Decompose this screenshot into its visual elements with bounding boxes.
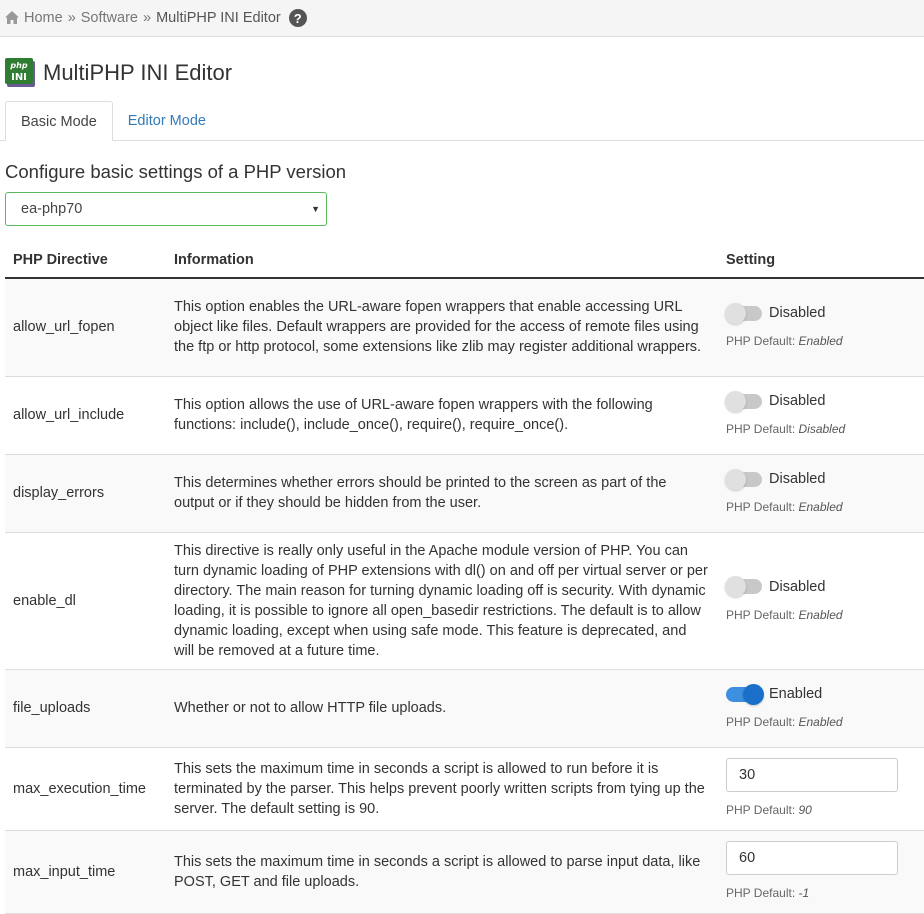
breadcrumb-current: MultiPHP INI Editor	[156, 10, 281, 26]
allow-url-include-toggle[interactable]	[725, 390, 762, 412]
directive-info: This determines whether errors should be…	[166, 454, 718, 533]
help-icon[interactable]: ?	[288, 9, 307, 27]
directive-name: file_uploads	[5, 669, 166, 748]
column-header-directive: PHP Directive	[5, 242, 166, 279]
breadcrumb-separator: »	[143, 10, 152, 26]
php-version-select[interactable]: ea-php70 ▼	[5, 192, 327, 226]
column-header-setting: Setting	[718, 242, 924, 279]
php-default-line: PHP Default: Disabled	[726, 422, 846, 436]
max-input-time-input[interactable]: 60	[726, 840, 898, 875]
max-execution-time-input[interactable]: 30	[726, 757, 898, 792]
directive-info: This option allows the use of URL-aware …	[166, 376, 718, 455]
directive-name: max_execution_time	[5, 747, 166, 831]
page-title: MultiPHP INI Editor	[43, 60, 233, 85]
php-default-line: PHP Default: Enabled	[726, 607, 843, 622]
php-ini-app-icon: php INI	[5, 57, 37, 89]
php-version-selected: ea-php70	[21, 201, 83, 217]
directive-info: This option enables the URL-aware fopen …	[166, 278, 718, 377]
svg-text:INI: INI	[11, 72, 27, 83]
allow-url-fopen-toggle[interactable]	[725, 302, 762, 324]
breadcrumb: Home » Software » MultiPHP INI Editor ?	[0, 0, 924, 37]
directive-setting: Disabled PHP Default: Disabled	[718, 376, 924, 455]
toggle-state-label: Disabled	[769, 471, 826, 487]
section-heading: Configure basic settings of a PHP versio…	[5, 161, 347, 182]
table-header-row: PHP Directive Information Setting	[5, 242, 924, 279]
php-default-line: PHP Default: 90	[726, 802, 812, 817]
table-row: allow_url_include This option allows the…	[5, 376, 924, 455]
directive-name: allow_url_include	[5, 376, 166, 455]
table-row: allow_url_fopen This option enables the …	[5, 278, 924, 377]
directive-setting: Disabled PHP Default: Enabled	[718, 278, 924, 377]
directive-name: allow_url_fopen	[5, 278, 166, 377]
table-row: display_errors This determines whether e…	[5, 454, 924, 533]
directive-setting: 30 PHP Default: 90	[718, 747, 924, 831]
home-icon[interactable]	[4, 10, 20, 26]
breadcrumb-software-link[interactable]: Software	[81, 10, 138, 26]
tab-basic-mode[interactable]: Basic Mode	[5, 101, 113, 141]
table-row: max_input_time This sets the maximum tim…	[5, 830, 924, 914]
directive-setting: Disabled PHP Default: Enabled	[718, 532, 924, 670]
php-default-line: PHP Default: Enabled	[726, 500, 843, 514]
directive-name: max_input_time	[5, 830, 166, 914]
table-row: file_uploads Whether or not to allow HTT…	[5, 669, 924, 748]
mode-tabs: Basic Mode Editor Mode	[0, 101, 924, 141]
toggle-state-label: Enabled	[769, 686, 823, 702]
enable-dl-toggle[interactable]	[725, 576, 762, 597]
toggle-state-label: Disabled	[769, 393, 826, 409]
php-default-line: PHP Default: Enabled	[726, 715, 843, 729]
file-uploads-toggle[interactable]	[726, 683, 764, 705]
directive-info: This directive is really only useful in …	[166, 532, 718, 670]
directive-name: enable_dl	[5, 532, 166, 670]
table-row: enable_dl This directive is really only …	[5, 532, 924, 670]
toggle-state-label: Disabled	[769, 305, 826, 322]
column-header-information: Information	[166, 242, 718, 279]
tab-editor-mode[interactable]: Editor Mode	[113, 101, 221, 141]
display-errors-toggle[interactable]	[725, 468, 762, 490]
directives-table: PHP Directive Information Setting allow_…	[5, 242, 924, 914]
breadcrumb-home-link[interactable]: Home	[24, 10, 63, 26]
table-row: max_execution_time This sets the maximum…	[5, 747, 924, 831]
directive-info: This sets the maximum time in seconds a …	[166, 747, 718, 831]
directive-setting: Enabled PHP Default: Enabled	[718, 669, 924, 748]
php-default-line: PHP Default: Enabled	[726, 334, 843, 349]
directive-name: display_errors	[5, 454, 166, 533]
svg-text:php: php	[9, 61, 27, 70]
directive-setting: Disabled PHP Default: Enabled	[718, 454, 924, 533]
directive-info: This sets the maximum time in seconds a …	[166, 830, 718, 914]
php-default-line: PHP Default: -1	[726, 885, 810, 900]
breadcrumb-separator: »	[67, 10, 76, 26]
directive-setting: 60 PHP Default: -1	[718, 830, 924, 914]
directive-info: Whether or not to allow HTTP file upload…	[166, 669, 718, 748]
page-header: php INI MultiPHP INI Editor	[0, 37, 924, 91]
toggle-state-label: Disabled	[769, 578, 826, 595]
caret-down-icon: ▼	[311, 204, 320, 214]
